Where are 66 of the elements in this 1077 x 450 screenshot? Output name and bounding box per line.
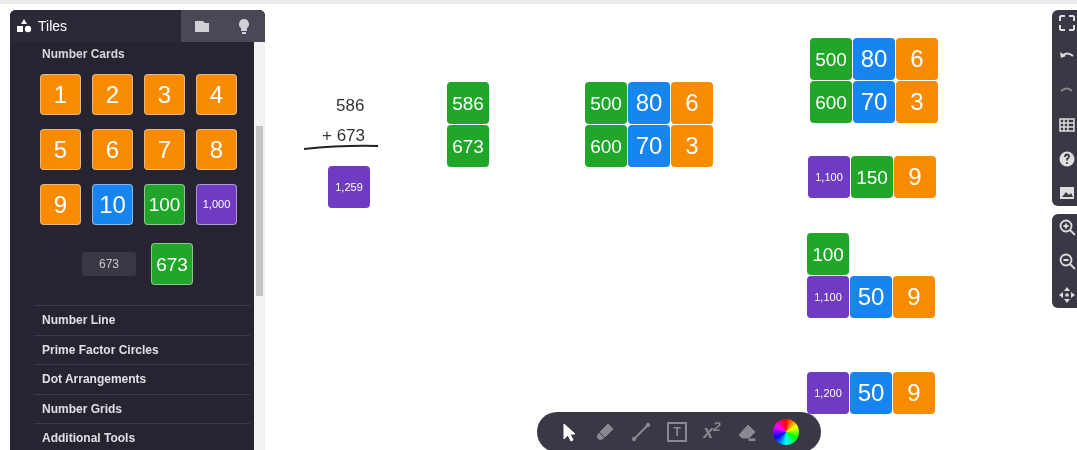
number-tile[interactable]: 8 bbox=[196, 129, 237, 170]
zoom-in-icon[interactable] bbox=[1058, 218, 1076, 236]
number-tile[interactable]: 70 bbox=[628, 125, 670, 167]
number-tile[interactable]: 4 bbox=[196, 74, 237, 115]
number-tile[interactable]: 600 bbox=[585, 125, 627, 167]
section-item[interactable]: Prime Factor Circles bbox=[34, 334, 250, 364]
move-icon[interactable] bbox=[1058, 286, 1076, 304]
number-tile[interactable]: 600 bbox=[810, 81, 852, 123]
number-tile[interactable]: 9 bbox=[894, 156, 936, 198]
folder-icon bbox=[194, 19, 210, 33]
number-tile[interactable]: 1,259 bbox=[328, 166, 370, 208]
number-tile[interactable]: 80 bbox=[853, 38, 895, 80]
grid-icon[interactable] bbox=[1058, 116, 1076, 134]
marker-icon[interactable] bbox=[595, 422, 616, 442]
number-tile[interactable]: 9 bbox=[893, 372, 935, 414]
number-tile[interactable]: 2 bbox=[92, 74, 133, 115]
number-tile[interactable]: 673 bbox=[151, 243, 193, 285]
lightbulb-icon bbox=[238, 17, 250, 35]
fullscreen-icon[interactable] bbox=[1058, 14, 1076, 32]
number-tile[interactable]: 5 bbox=[40, 129, 81, 170]
number-tile[interactable]: 9 bbox=[893, 276, 935, 318]
number-tile[interactable]: 7 bbox=[144, 129, 185, 170]
number-tile[interactable]: 6 bbox=[896, 38, 938, 80]
number-tile[interactable]: 500 bbox=[585, 82, 627, 124]
number-tile[interactable]: 100 bbox=[807, 233, 849, 275]
number-tile[interactable]: 80 bbox=[628, 82, 670, 124]
number-tile[interactable]: 586 bbox=[447, 82, 489, 124]
math-tool-button[interactable]: x$^{2}$ bbox=[703, 423, 721, 441]
number-tile[interactable]: 1,000 bbox=[196, 184, 237, 225]
number-input[interactable]: 673 bbox=[82, 252, 136, 276]
section-item[interactable]: Dot Arrangements bbox=[34, 364, 250, 394]
number-tile[interactable]: 500 bbox=[810, 38, 852, 80]
number-tile[interactable]: 3 bbox=[144, 74, 185, 115]
number-tile[interactable]: 1,200 bbox=[807, 372, 849, 414]
help-icon[interactable] bbox=[1058, 150, 1076, 168]
number-tile[interactable]: 6 bbox=[671, 82, 713, 124]
handwritten-number: + 673 bbox=[322, 125, 365, 147]
section-heading: Number Cards bbox=[42, 46, 125, 63]
number-tile[interactable]: 100 bbox=[144, 184, 185, 225]
image-icon[interactable] bbox=[1058, 184, 1076, 202]
zoom-out-icon[interactable] bbox=[1058, 252, 1076, 270]
number-tile[interactable]: 150 bbox=[851, 156, 893, 198]
line-icon[interactable] bbox=[631, 422, 652, 442]
scrollbar[interactable] bbox=[254, 42, 265, 450]
number-tile[interactable]: 70 bbox=[853, 81, 895, 123]
number-tile[interactable]: 1,100 bbox=[807, 276, 849, 318]
section-item[interactable]: Number Line bbox=[34, 305, 250, 335]
sidebar-tab[interactable] bbox=[181, 10, 223, 42]
number-tile[interactable]: 3 bbox=[896, 81, 938, 123]
number-tile[interactable]: 50 bbox=[850, 276, 892, 318]
number-tile[interactable]: 1 bbox=[40, 74, 81, 115]
eraser-icon[interactable] bbox=[736, 422, 757, 442]
handwritten-number: 586 bbox=[336, 95, 365, 117]
number-tile[interactable]: 6 bbox=[92, 129, 133, 170]
number-tile[interactable]: 3 bbox=[671, 125, 713, 167]
number-tile[interactable]: 10 bbox=[92, 184, 133, 225]
number-tile[interactable]: 9 bbox=[40, 184, 81, 225]
section-item[interactable]: Additional Tools bbox=[34, 423, 250, 450]
shapes-icon bbox=[16, 18, 32, 34]
number-tile[interactable]: 50 bbox=[850, 372, 892, 414]
sidebar-tab[interactable] bbox=[223, 10, 265, 42]
color-picker-button[interactable] bbox=[772, 419, 799, 445]
text-tool-button[interactable]: T bbox=[667, 422, 688, 442]
section-item[interactable]: Number Grids bbox=[34, 393, 250, 423]
number-tile[interactable]: 673 bbox=[447, 125, 489, 167]
number-tile[interactable]: 1,100 bbox=[808, 156, 850, 198]
